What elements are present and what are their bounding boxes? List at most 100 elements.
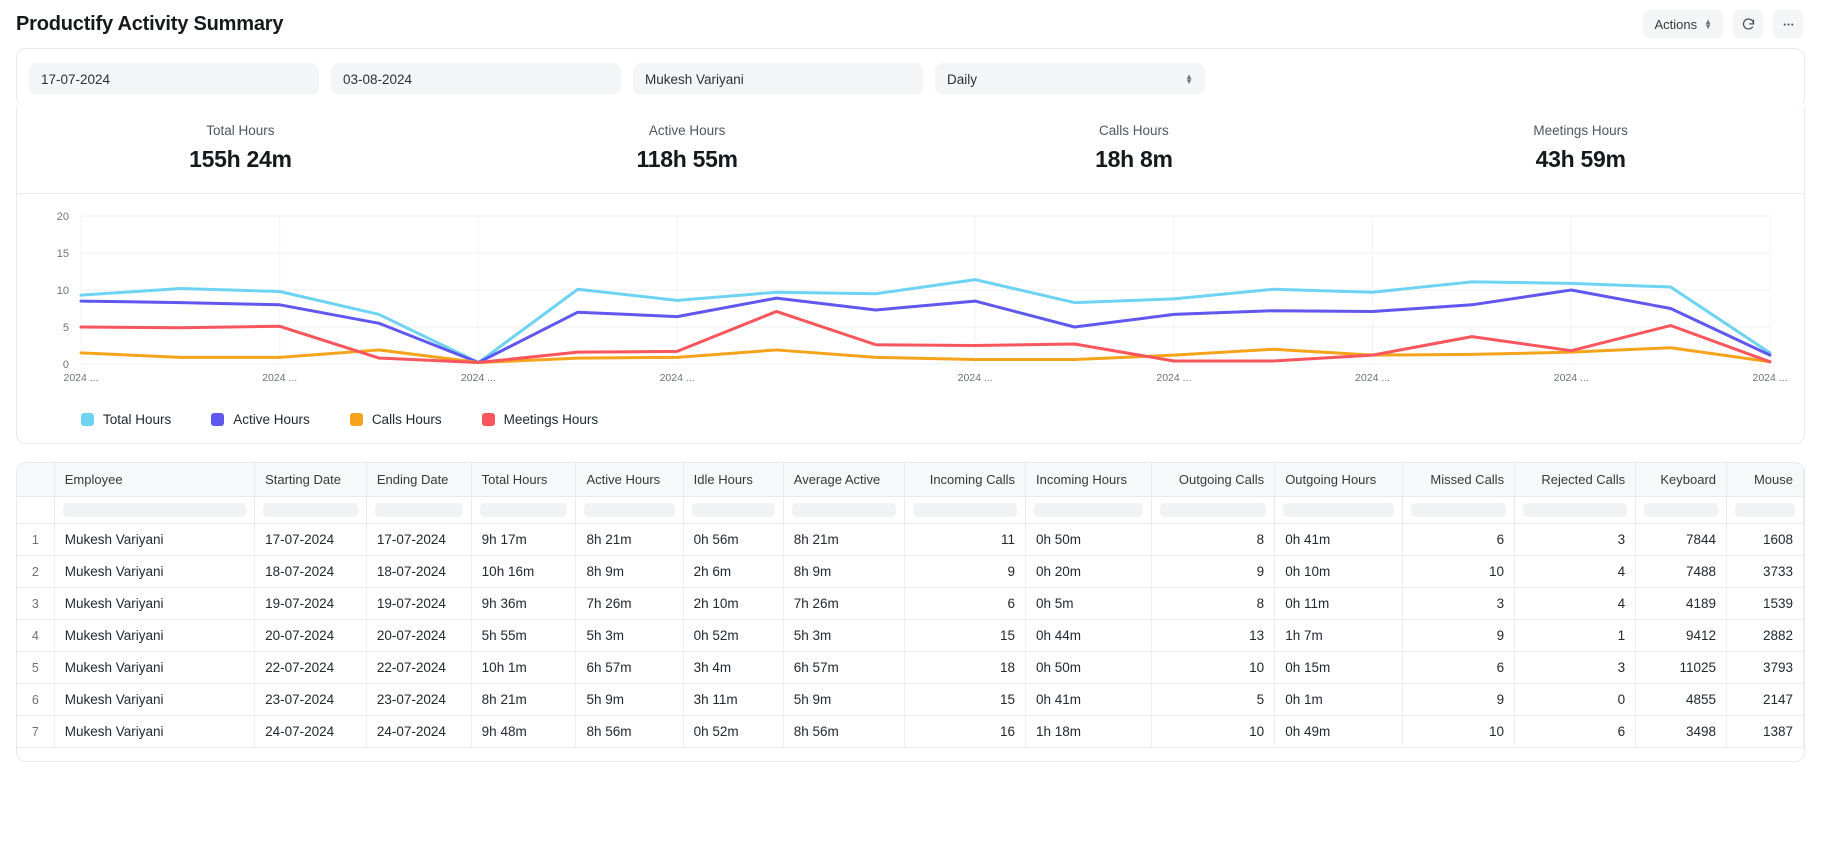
legend-item-total-hours[interactable]: Total Hours xyxy=(81,412,171,427)
table-row[interactable]: 6 Mukesh Variyani 23-07-2024 23-07-2024 8h 2… xyxy=(17,683,1804,716)
table-row[interactable]: 3 Mukesh Variyani 19-07-2024 19-07-2024 9h 3… xyxy=(17,587,1804,620)
cell-outgoing-calls: 9 xyxy=(1151,555,1276,588)
cell-missed-calls: 9 xyxy=(1402,619,1516,652)
column-header-starting-date[interactable]: Starting Date xyxy=(254,463,367,497)
column-filter-idx[interactable] xyxy=(17,496,55,524)
column-header-outgoing-calls[interactable]: Outgoing Calls xyxy=(1151,463,1276,497)
cell-ending-date: 24-07-2024 xyxy=(366,715,472,748)
refresh-button[interactable] xyxy=(1733,9,1763,39)
actions-button[interactable]: Actions ▲ ▼ xyxy=(1643,9,1723,39)
column-filter-input[interactable] xyxy=(1735,503,1795,517)
column-filter-input[interactable] xyxy=(374,503,463,517)
cell-idx: 3 xyxy=(17,587,55,620)
cell-active-hours: 7h 26m xyxy=(575,587,684,620)
column-filter-mouse[interactable] xyxy=(1726,496,1804,524)
cell-outgoing-hours: 0h 11m xyxy=(1274,587,1404,620)
column-filter-input[interactable] xyxy=(1159,503,1267,517)
activity-table-container[interactable]: Employee Starting Date Ending Date Total Ho… xyxy=(16,462,1805,762)
column-filter-input[interactable] xyxy=(1283,503,1395,517)
cell-rejected-calls: 3 xyxy=(1514,523,1637,556)
column-filter-ending-date[interactable] xyxy=(366,496,472,524)
column-filter-input[interactable] xyxy=(479,503,568,517)
column-header-idle-hours[interactable]: Idle Hours xyxy=(683,463,784,497)
chart-card: 0 5 10 15 20 2024 ... 2024 ... 2024 ... 2024 ...… xyxy=(16,194,1805,444)
table-row[interactable]: 2 Mukesh Variyani 18-07-2024 18-07-2024 10h … xyxy=(17,555,1804,588)
column-header-mouse[interactable]: Mouse xyxy=(1726,463,1804,497)
table-filter-row[interactable] xyxy=(17,496,1804,524)
cell-outgoing-hours: 0h 10m xyxy=(1274,555,1404,588)
table-row[interactable]: 5 Mukesh Variyani 22-07-2024 22-07-2024 10h … xyxy=(17,651,1804,684)
column-filter-average-active[interactable] xyxy=(783,496,905,524)
cell-ending-date: 17-07-2024 xyxy=(366,523,472,556)
cell-starting-date: 24-07-2024 xyxy=(254,715,367,748)
table-row[interactable]: 4 Mukesh Variyani 20-07-2024 20-07-2024 5h 5… xyxy=(17,619,1804,652)
cell-outgoing-calls: 10 xyxy=(1151,651,1276,684)
column-filter-employee[interactable] xyxy=(54,496,256,524)
cell-outgoing-calls: 8 xyxy=(1151,523,1276,556)
column-filter-total-hours[interactable] xyxy=(471,496,577,524)
column-filter-missed-calls[interactable] xyxy=(1402,496,1516,524)
cell-outgoing-hours: 0h 1m xyxy=(1274,683,1404,716)
column-filter-incoming-calls[interactable] xyxy=(904,496,1026,524)
column-header-outgoing-hours[interactable]: Outgoing Hours xyxy=(1274,463,1404,497)
column-header-idx[interactable] xyxy=(17,463,55,497)
column-header-employee[interactable]: Employee xyxy=(54,463,256,497)
employee-input[interactable]: Mukesh Variyani xyxy=(633,63,923,95)
column-filter-input[interactable] xyxy=(584,503,675,517)
cell-starting-date: 23-07-2024 xyxy=(254,683,367,716)
column-filter-incoming-hours[interactable] xyxy=(1025,496,1152,524)
table-row[interactable]: 1 Mukesh Variyani 17-07-2024 17-07-2024 9h 1… xyxy=(17,523,1804,556)
column-header-incoming-calls[interactable]: Incoming Calls xyxy=(904,463,1026,497)
column-filter-input[interactable] xyxy=(1644,503,1719,517)
column-header-incoming-hours[interactable]: Incoming Hours xyxy=(1025,463,1152,497)
column-header-ending-date[interactable]: Ending Date xyxy=(366,463,472,497)
start-date-input[interactable]: 17-07-2024 xyxy=(29,63,319,95)
cell-outgoing-hours: 0h 15m xyxy=(1274,651,1404,684)
column-header-average-active[interactable]: Average Active xyxy=(783,463,905,497)
cell-active-hours: 8h 56m xyxy=(575,715,684,748)
cell-mouse: 3793 xyxy=(1726,651,1804,684)
cell-incoming-hours: 0h 50m xyxy=(1025,523,1152,556)
column-filter-keyboard[interactable] xyxy=(1635,496,1728,524)
column-filter-starting-date[interactable] xyxy=(254,496,367,524)
period-select[interactable]: Daily ▲ ▼ xyxy=(935,63,1205,95)
column-header-missed-calls[interactable]: Missed Calls xyxy=(1402,463,1516,497)
cell-outgoing-calls: 13 xyxy=(1151,619,1276,652)
more-options-button[interactable] xyxy=(1773,9,1803,39)
page-header: Productify Activity Summary Actions ▲ ▼ xyxy=(0,0,1821,48)
chart-line-active-hours xyxy=(79,288,1772,365)
cell-total-hours: 9h 17m xyxy=(471,523,577,556)
column-filter-input[interactable] xyxy=(791,503,896,517)
y-axis-tick-label: 0 xyxy=(63,359,69,371)
column-header-total-hours[interactable]: Total Hours xyxy=(471,463,577,497)
column-header-active-hours[interactable]: Active Hours xyxy=(575,463,684,497)
table-header-row: Employee Starting Date Ending Date Total Ho… xyxy=(17,463,1804,497)
column-filter-outgoing-hours[interactable] xyxy=(1274,496,1404,524)
cell-keyboard: 4855 xyxy=(1635,683,1728,716)
cell-rejected-calls: 1 xyxy=(1514,619,1637,652)
column-filter-active-hours[interactable] xyxy=(575,496,684,524)
column-filter-idle-hours[interactable] xyxy=(683,496,784,524)
column-filter-input[interactable] xyxy=(1523,503,1628,517)
column-header-keyboard[interactable]: Keyboard xyxy=(1635,463,1728,497)
column-filter-rejected-calls[interactable] xyxy=(1514,496,1637,524)
column-filter-input[interactable] xyxy=(1411,503,1507,517)
legend-item-meetings-hours[interactable]: Meetings Hours xyxy=(481,412,598,427)
table-row[interactable]: 7 Mukesh Variyani 24-07-2024 24-07-2024 9h 4… xyxy=(17,715,1804,748)
column-filter-input[interactable] xyxy=(912,503,1017,517)
column-filter-input[interactable] xyxy=(1033,503,1143,517)
cell-missed-calls: 10 xyxy=(1402,715,1516,748)
legend-item-calls-hours[interactable]: Calls Hours xyxy=(349,412,442,427)
column-filter-input[interactable] xyxy=(62,503,247,517)
legend-item-active-hours[interactable]: Active Hours xyxy=(211,412,310,427)
column-filter-outgoing-calls[interactable] xyxy=(1151,496,1276,524)
column-filter-input[interactable] xyxy=(691,503,775,517)
refresh-icon xyxy=(1742,17,1754,30)
column-filter-input[interactable] xyxy=(263,503,358,517)
activity-table: Employee Starting Date Ending Date Total Ho… xyxy=(17,463,1804,748)
end-date-input[interactable]: 03-08-2024 xyxy=(331,63,621,95)
page-title: Productify Activity Summary xyxy=(16,12,284,35)
y-axis-tick-label: 5 xyxy=(63,322,69,334)
y-axis-tick-label: 15 xyxy=(57,248,69,260)
column-header-rejected-calls[interactable]: Rejected Calls xyxy=(1514,463,1637,497)
